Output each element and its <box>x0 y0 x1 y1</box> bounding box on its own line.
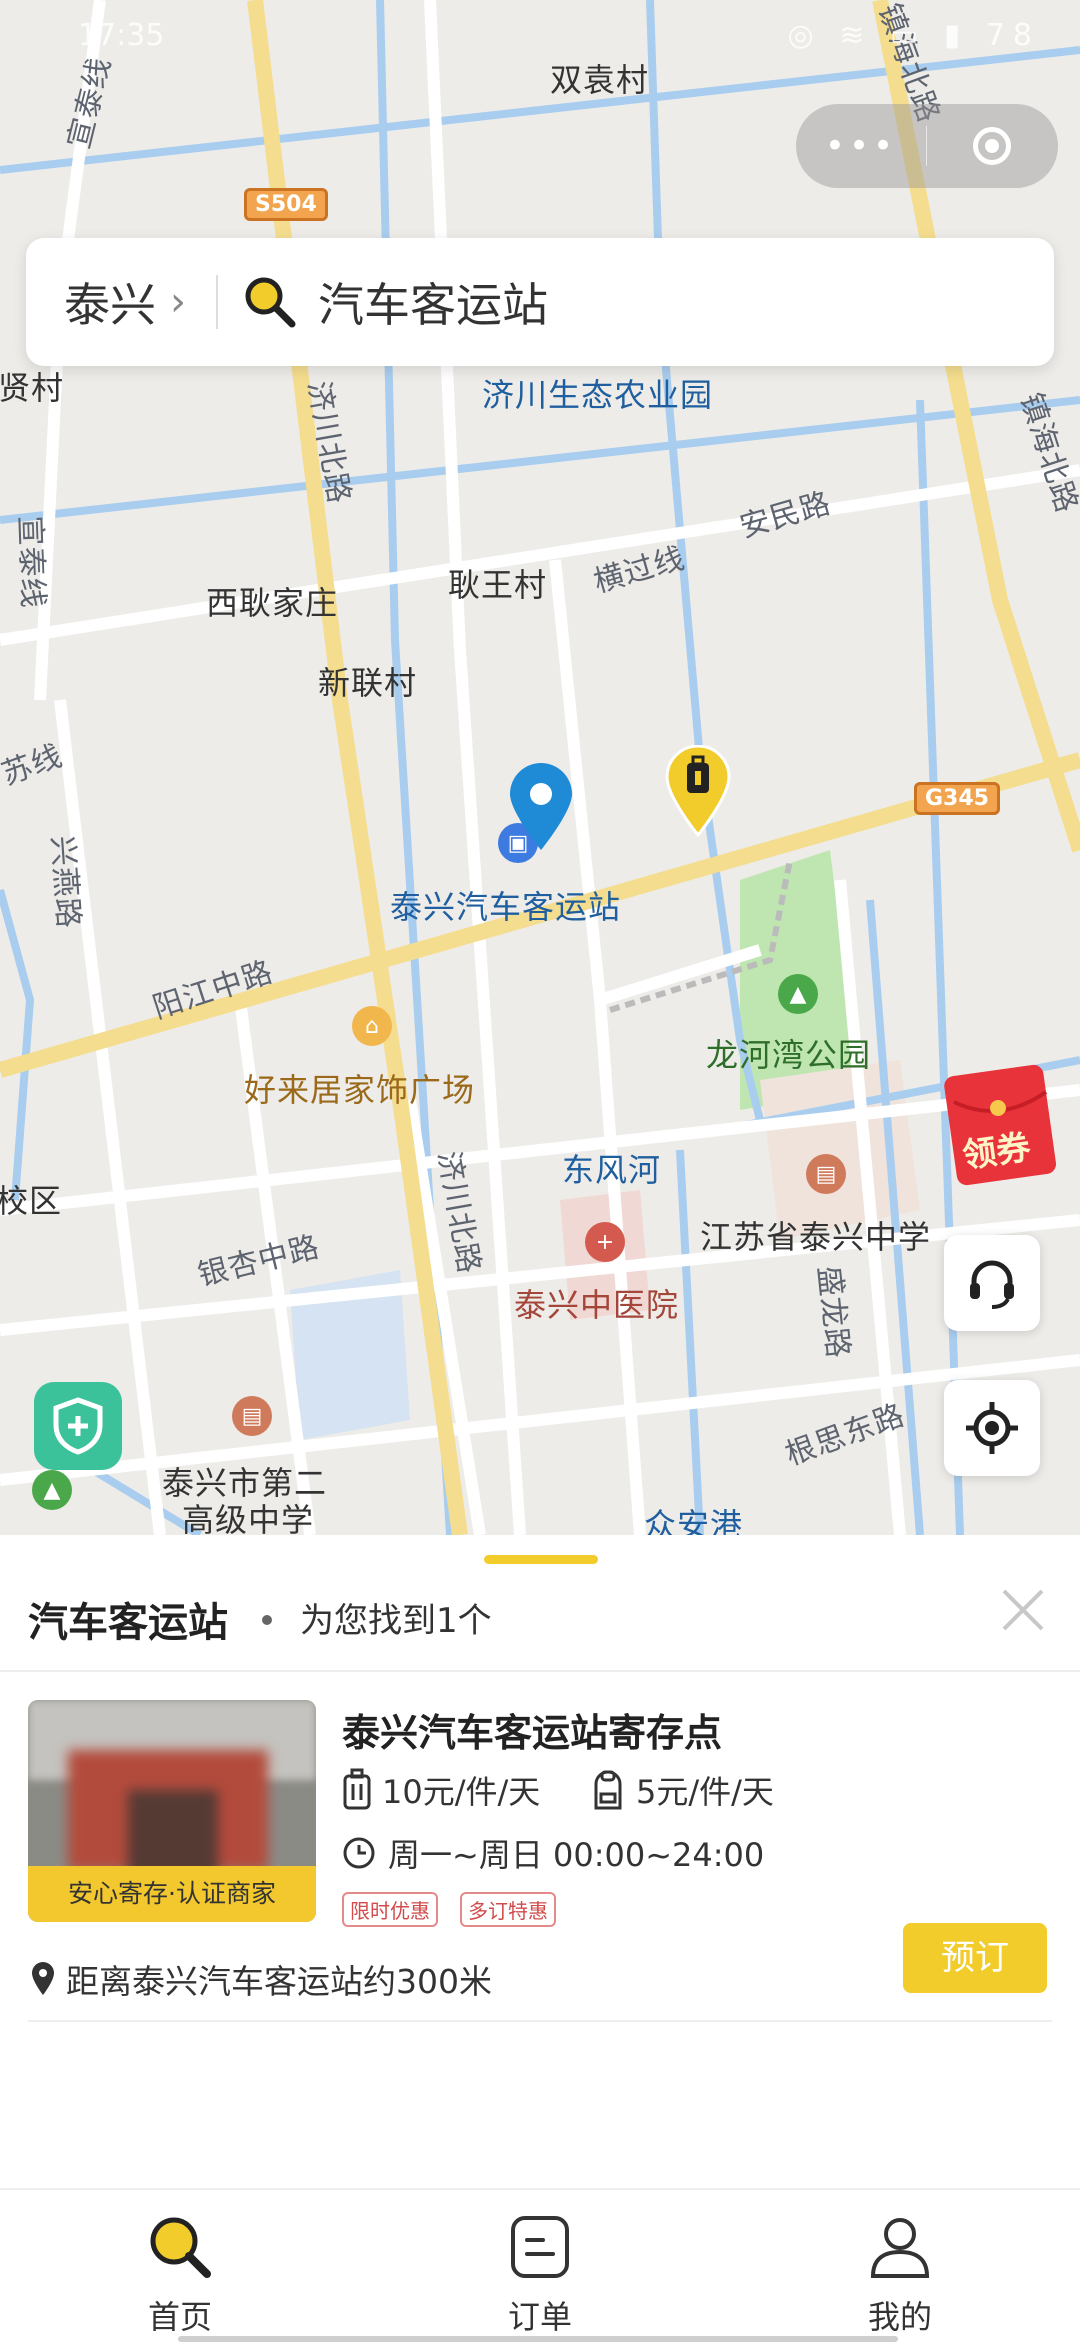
map-label-tcm-hospital[interactable]: 泰兴中医院 <box>514 1280 679 1326</box>
city-selector[interactable]: 泰兴 <box>64 269 156 335</box>
shield-s504: S504 <box>244 188 328 221</box>
shield-g345: G345 <box>914 782 1000 815</box>
park-tree-icon[interactable]: ▲ <box>778 974 818 1014</box>
coupon-label: 领券 <box>960 1127 1033 1177</box>
map-label-haolaiju[interactable]: 好来居家饰广场 <box>244 1065 475 1111</box>
orders-icon <box>511 2216 569 2278</box>
miniprogram-capsule[interactable]: ••• <box>796 104 1058 188</box>
price-luggage: 10元/件/天 <box>342 1767 540 1813</box>
tag-multi-order-offer: 多订特惠 <box>460 1892 556 1927</box>
tab-home[interactable]: 首页 <box>100 2212 260 2338</box>
home-search-icon <box>150 2217 211 2278</box>
close-miniprogram-icon[interactable] <box>927 127 1057 165</box>
storage-point-name[interactable]: 泰兴汽车客运站寄存点 <box>342 1702 722 1757</box>
backpack-icon <box>594 1770 622 1810</box>
home-indicator <box>178 2336 898 2342</box>
crosshair-icon <box>966 1402 1018 1454</box>
park-tree-icon-2[interactable]: ▲ <box>32 1470 72 1510</box>
shopping-icon[interactable]: ⌂ <box>352 1006 392 1046</box>
map-label-xigengjiazhuang: 西耿家庄 <box>206 584 339 622</box>
sheet-divider <box>0 1670 1080 1672</box>
chevron-right-icon[interactable]: › <box>170 279 186 325</box>
storage-photo[interactable]: 安心寄存·认证商家 <box>28 1700 316 1922</box>
status-icons: ◎ ≋ ▭ ▮ 78 <box>787 18 1040 53</box>
search-icon <box>242 274 298 330</box>
user-profile-icon <box>870 2218 930 2278</box>
search-bar[interactable]: 泰兴 › 汽车客运站 <box>26 238 1054 366</box>
results-count: 为您找到1个 <box>300 1601 492 1641</box>
map-label-jiaoqu: 校区 <box>0 1182 63 1220</box>
price-luggage-text: 10元/件/天 <box>382 1773 541 1811</box>
map-label-xinlian: 新联村 <box>318 664 418 702</box>
opening-hours: 周一~周日 00:00~24:00 <box>342 1830 764 1876</box>
map-label-zhonganggang: 众安港 <box>644 1506 744 1535</box>
tag-limited-offer: 限时优惠 <box>342 1892 438 1927</box>
distance-info: 距离泰兴汽车客运站约300米 <box>30 1955 492 2003</box>
book-button[interactable]: 预订 <box>903 1923 1047 1993</box>
shield-plus-icon <box>53 1397 103 1455</box>
search-divider <box>216 275 218 329</box>
tab-mine[interactable]: 我的 <box>820 2212 980 2338</box>
map-label-dongfeng: 东风河 <box>562 1151 662 1189</box>
battery-level: 78 <box>985 18 1040 53</box>
tab-orders-label: 订单 <box>507 2298 572 2336</box>
map-label-jichuan-park: 济川生态农业园 <box>482 376 714 414</box>
sheet-drag-handle[interactable] <box>484 1555 598 1564</box>
storage-point-marker-icon[interactable] <box>665 745 731 837</box>
hospital-icon[interactable]: + <box>585 1222 625 1262</box>
results-sheet: 汽车客运站 为您找到1个 安心寄存·认证商家 泰兴汽车客运站寄存点 10元/件/… <box>0 1535 1080 2190</box>
search-query[interactable]: 汽车客运站 <box>318 269 548 335</box>
road-xuantai-2: 宣泰线 <box>11 515 51 610</box>
station-location-pin-icon[interactable] <box>508 762 574 852</box>
tab-home-label: 首页 <box>147 2298 212 2336</box>
close-icon[interactable] <box>1000 1587 1046 1633</box>
price-bag: 5元/件/天 <box>590 1767 774 1813</box>
headset-icon <box>970 1260 1014 1309</box>
result-divider <box>28 2020 1052 2022</box>
school-icon[interactable]: ▤ <box>806 1154 846 1194</box>
clock-icon <box>343 1837 375 1869</box>
results-title: 汽车客运站 <box>28 1600 228 1646</box>
map-label-station[interactable]: 泰兴汽车客运站 <box>390 882 621 928</box>
title-dot-separator <box>262 1615 272 1625</box>
location-pin-icon <box>32 1962 54 1995</box>
safety-shield-button[interactable] <box>34 1382 122 1470</box>
tab-mine-label: 我的 <box>867 2298 932 2336</box>
certified-badge: 安心寄存·认证商家 <box>28 1866 316 1922</box>
price-bag-text: 5元/件/天 <box>636 1773 774 1811</box>
coupon-button[interactable]: 领券 <box>944 1062 1057 1186</box>
customer-service-button[interactable] <box>944 1235 1040 1331</box>
suitcase-icon <box>343 1768 371 1810</box>
locate-me-button[interactable] <box>944 1380 1040 1476</box>
road-xingyan: 兴燕路 <box>44 834 86 930</box>
map-label-second-high-2[interactable]: 高级中学 <box>182 1495 314 1535</box>
map-label-taixing-high[interactable]: 江苏省泰兴中学 <box>700 1212 931 1258</box>
map-label-gengwang: 耿王村 <box>448 566 548 604</box>
school-icon-2[interactable]: ▤ <box>232 1396 272 1436</box>
tab-orders[interactable]: 订单 <box>460 2212 620 2338</box>
status-time: 17:35 <box>78 18 165 53</box>
status-bar: 17:35 ◎ ≋ ▭ ▮ 78 <box>0 0 1080 70</box>
tab-bar: 首页 订单 我的 <box>0 2188 1080 2342</box>
map-label-longhewan[interactable]: 龙河湾公园 <box>706 1030 871 1076</box>
more-menu-icon[interactable]: ••• <box>796 126 926 166</box>
map-view[interactable]: 双袁村 贤村 济川生态农业园 西耿家庄 耿王村 新联村 泰兴汽车客运站 好来居家… <box>0 0 1080 1535</box>
distance-text: 距离泰兴汽车客运站约300米 <box>66 1962 492 2001</box>
map-label-xianci: 贤村 <box>0 369 65 407</box>
opening-hours-text: 周一~周日 00:00~24:00 <box>388 1836 765 1874</box>
